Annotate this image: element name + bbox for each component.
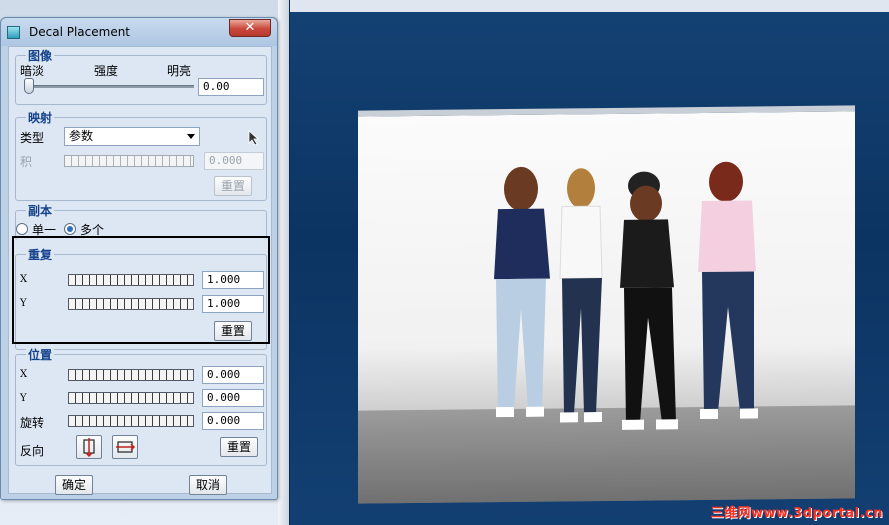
product-label: 积 [20,155,33,169]
type-select[interactable]: 参数 [64,127,200,146]
product-thumbwheel [64,155,194,167]
mapping-group-title: 映射 [26,109,55,126]
intensity-slider-track[interactable] [24,85,194,88]
position-y-label: Y [20,393,27,404]
mapping-reset-button: 重置 [214,176,252,196]
bright-label: 明亮 [167,64,192,78]
copy-group-title: 副本 [26,202,55,219]
mapping-group: 映射 类型 参数 积 0.000 重置 [15,109,267,201]
cursor-arrow-icon [248,130,260,146]
chevron-down-icon [187,134,195,139]
type-select-value: 参数 [69,129,94,143]
type-label: 类型 [20,131,45,145]
flip-label: 反向 [20,444,45,458]
ok-button[interactable]: 确定 [55,475,93,495]
graphics-viewport[interactable]: 三维网www.3dportal.cn [289,0,889,525]
product-value-field: 0.000 [204,152,264,170]
position-reset-button[interactable]: 重置 [220,437,258,457]
position-x-field[interactable]: 0.000 [202,366,264,384]
multiple-radio[interactable] [64,223,76,235]
intensity-label: 强度 [94,64,119,78]
dark-label: 暗淡 [20,64,45,78]
decal-image [358,105,855,504]
position-group: 位置 X 0.000 Y 0.000 旋转 0.000 反向 重置 [15,346,267,466]
image-group: 图像 暗淡 强度 明亮 0.00 [15,47,267,105]
annotation-highlight-box [12,236,270,344]
intensity-value-field[interactable]: 0.00 [198,78,264,96]
close-button[interactable]: ✕ [229,19,271,37]
position-y-field[interactable]: 0.000 [202,389,264,407]
decal-photo-figures [358,161,855,504]
rotate-thumbwheel[interactable] [68,415,194,427]
dialog-titlebar[interactable]: Decal Placement ✕ [1,18,277,46]
dialog-title: Decal Placement [29,25,131,39]
figure-2 [559,168,603,423]
intensity-slider-thumb[interactable] [24,78,34,94]
close-icon: ✕ [244,20,256,35]
app-icon [7,26,20,39]
dialog-content: 图像 暗淡 强度 明亮 0.00 映射 类型 参数 积 0.000 重置 副本 [8,46,272,495]
cancel-button[interactable]: 取消 [189,475,227,495]
flip-horizontal-button[interactable] [76,435,102,459]
figure-1 [494,166,550,418]
figure-4 [698,161,758,420]
rotate-label: 旋转 [20,416,45,430]
position-y-thumbwheel[interactable] [68,392,194,404]
single-radio[interactable] [16,223,28,235]
flip-horizontal-icon [83,438,95,458]
decal-placement-dialog: Decal Placement ✕ 图像 暗淡 强度 明亮 0.00 映射 类型… [0,17,278,500]
position-x-thumbwheel[interactable] [68,369,194,381]
flip-vertical-button[interactable] [112,435,138,459]
position-x-label: X [20,369,28,380]
viewport-top-bar [290,0,889,12]
flip-vertical-icon [116,441,136,453]
position-group-title: 位置 [26,346,55,363]
figure-3 [620,171,678,430]
rotate-field[interactable]: 0.000 [202,412,264,430]
watermark-text: 三维网www.3dportal.cn [710,506,883,521]
